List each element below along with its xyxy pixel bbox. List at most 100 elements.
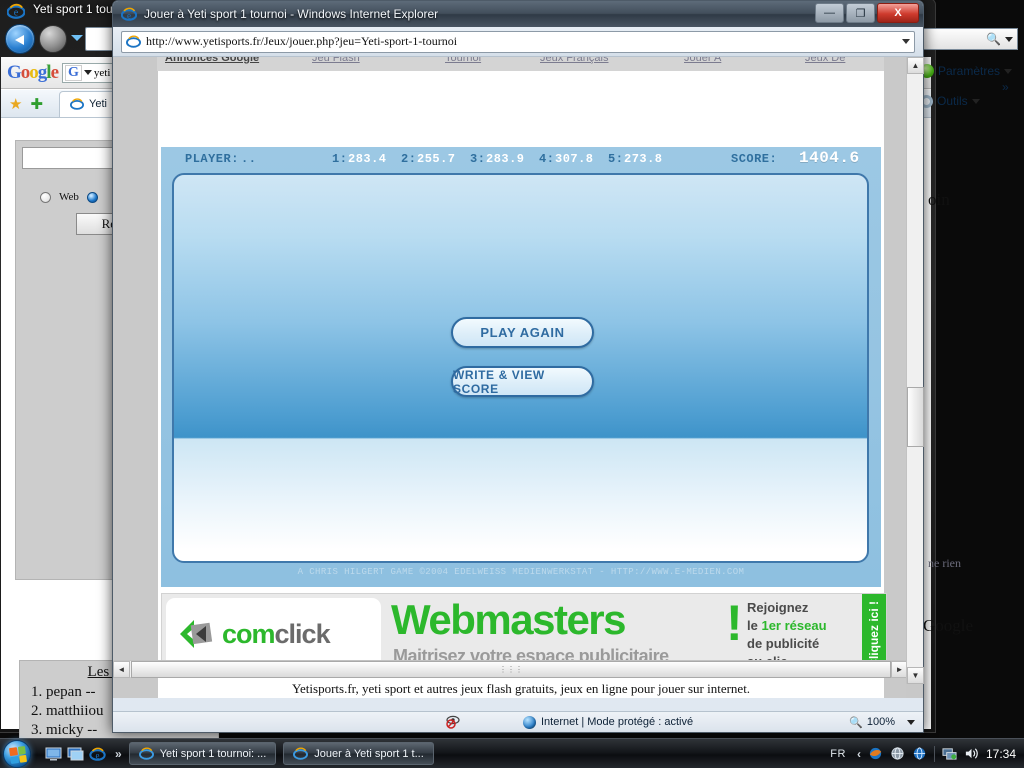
taskbar-button[interactable]: Yeti sport 1 tournoi: ...	[128, 742, 277, 765]
chevron-down-icon[interactable]	[83, 70, 92, 75]
google-logo: Google	[7, 61, 59, 83]
system-tray: FR ‹ 17:34	[830, 745, 1024, 762]
chevron-down-icon[interactable]	[971, 98, 980, 104]
zoom-chevron-down-icon[interactable]	[907, 719, 915, 725]
ad-link[interactable]: Tournoi	[445, 57, 481, 64]
scroll-down-icon[interactable]: ▼	[907, 667, 924, 684]
chevron-down-icon[interactable]	[1004, 68, 1013, 74]
globe-icon[interactable]	[912, 746, 927, 761]
ad-line-2-highlight: 1er réseau	[761, 618, 827, 633]
volume-icon[interactable]	[964, 746, 979, 761]
switch-windows-icon[interactable]	[67, 746, 84, 762]
vscroll-thumb[interactable]	[907, 387, 924, 447]
taskbar-button-label: Jouer à Yeti sport 1 t...	[314, 747, 424, 760]
radio-web[interactable]	[40, 191, 51, 203]
taskbar-button[interactable]: Jouer à Yeti sport 1 t...	[283, 742, 434, 765]
ie-icon	[126, 35, 141, 48]
security-zone[interactable]: Internet | Mode protégé : activé	[523, 715, 694, 729]
vertical-scrollbar[interactable]: ▲ ▼	[906, 57, 924, 684]
game-canvas[interactable]: PLAY AGAIN WRITE & VIEW SCORE	[172, 173, 869, 563]
throw-4-label: 4:	[539, 152, 555, 166]
game-credit: A CHRIS HILGERT GAME ©2004 EDELWEISS MED…	[297, 567, 745, 577]
horizontal-scrollbar[interactable]: ◄ ⋮⋮⋮ ►	[113, 660, 908, 678]
ad-link[interactable]: Jouer A	[684, 57, 721, 64]
tray-overflow-icon[interactable]: ‹	[857, 747, 861, 761]
zoom-icon: 🔍	[849, 716, 863, 729]
background-text-fragment-bottom: Google	[923, 616, 974, 635]
comclick-logo-icon	[180, 620, 213, 648]
ie-icon	[293, 747, 309, 760]
show-desktop-icon[interactable]	[45, 746, 62, 762]
address-bar[interactable]: http://www.yetisports.fr/Jeux/jouer.php?…	[121, 30, 915, 53]
flash-game[interactable]: PLAYER: .. 1: 283.4 2: 255.7 3: 283.9 4:…	[161, 147, 881, 587]
chevron-down-icon[interactable]	[902, 39, 910, 44]
windows-taskbar: e » Yeti sport 1 tournoi: ... Jouer à Ye…	[0, 738, 1024, 768]
ad-line-2: le 1er réseau	[747, 617, 862, 635]
ie-search-box[interactable]: 🔍	[920, 28, 1018, 50]
back-button[interactable]	[5, 24, 35, 54]
player-label: PLAYER:	[185, 152, 239, 166]
zoom-control[interactable]: 🔍 100%	[849, 716, 895, 729]
throw-1-value: 283.4	[348, 152, 387, 166]
maximize-button[interactable]: ❐	[846, 3, 875, 23]
start-button[interactable]	[3, 739, 31, 768]
scroll-left-icon[interactable]: ◄	[113, 661, 130, 678]
browser-viewport: Annonces Google Jeu Flash Tournoi Jeux F…	[113, 57, 923, 698]
chevron-down-icon[interactable]	[1005, 36, 1013, 42]
background-window-title: Yeti sport 1 tourn	[33, 2, 124, 16]
svg-text:e: e	[127, 11, 131, 21]
quick-launch-overflow-icon[interactable]: »	[115, 747, 122, 761]
write-view-score-button[interactable]: WRITE & VIEW SCORE	[451, 366, 594, 397]
blocked-popup-icon[interactable]	[445, 715, 461, 729]
radio-web-label: Web	[59, 191, 79, 203]
comclick-wordmark: comclick	[222, 618, 331, 650]
hscroll-thumb[interactable]: ⋮⋮⋮	[131, 661, 891, 678]
favorites-star-icon[interactable]: ★	[9, 95, 22, 113]
tools-menu[interactable]: Outils	[920, 88, 980, 114]
search-scope-radios: Web	[40, 191, 98, 203]
add-favorite-icon[interactable]: ✚	[30, 95, 43, 113]
logo-click: click	[274, 618, 331, 649]
game-hud: PLAYER: .. 1: 283.4 2: 255.7 3: 283.9 4:…	[161, 147, 881, 171]
ads-label: Annonces Google	[165, 57, 260, 64]
network-icon[interactable]	[890, 746, 905, 761]
google-mark-icon: G	[65, 64, 82, 81]
minimize-button[interactable]: —	[815, 3, 844, 23]
ad-line-2-pre: le	[747, 618, 762, 633]
taskbar-button-label: Yeti sport 1 tournoi: ...	[159, 747, 267, 760]
clock[interactable]: 17:34	[986, 747, 1016, 761]
search-icon: 🔍	[986, 32, 1001, 46]
settings-menu[interactable]: Paramètres	[920, 58, 1013, 84]
forward-button[interactable]	[39, 25, 67, 53]
radio-site[interactable]	[86, 191, 98, 203]
ad-headline: Webmasters	[391, 596, 627, 643]
security-zone-label: Internet | Mode protégé : activé	[541, 716, 694, 728]
recent-pages-chevron-down-icon[interactable]	[71, 35, 83, 41]
firefox-icon[interactable]	[868, 746, 883, 761]
ad-link[interactable]: Jeux De	[805, 57, 845, 64]
play-again-button[interactable]: PLAY AGAIN	[451, 317, 594, 348]
svg-text:e: e	[14, 8, 19, 19]
throw-4-value: 307.8	[555, 152, 594, 166]
ad-line-3: de publicité	[747, 636, 820, 651]
ad-link[interactable]: Jeux Français	[540, 57, 608, 64]
toolbar-overflow-icon[interactable]: »	[1002, 80, 1009, 94]
scroll-up-icon[interactable]: ▲	[907, 57, 924, 74]
ad-link[interactable]: Jeu Flash	[312, 57, 360, 64]
ad-exclamation: !	[726, 595, 743, 651]
close-button[interactable]: X	[877, 3, 919, 23]
zoom-level: 100%	[866, 716, 895, 728]
throw-2-value: 255.7	[417, 152, 456, 166]
tools-label: Outils	[937, 94, 968, 108]
language-indicator[interactable]: FR	[830, 748, 846, 760]
browser-tab[interactable]: Yeti	[59, 90, 118, 117]
throw-1-label: 1:	[332, 152, 348, 166]
google-ads-strip: Annonces Google Jeu Flash Tournoi Jeux F…	[157, 57, 884, 71]
window-titlebar[interactable]: e Jouer à Yeti sport 1 tournoi - Windows…	[113, 1, 923, 27]
ie-icon: e	[121, 7, 137, 21]
network-status-icon[interactable]	[942, 746, 957, 761]
game-button-stack: PLAY AGAIN WRITE & VIEW SCORE	[174, 317, 867, 397]
player-name: ..	[241, 152, 257, 166]
address-url: http://www.yetisports.fr/Jeux/jouer.php?…	[146, 34, 458, 48]
internet-explorer-icon[interactable]: e	[89, 746, 106, 762]
